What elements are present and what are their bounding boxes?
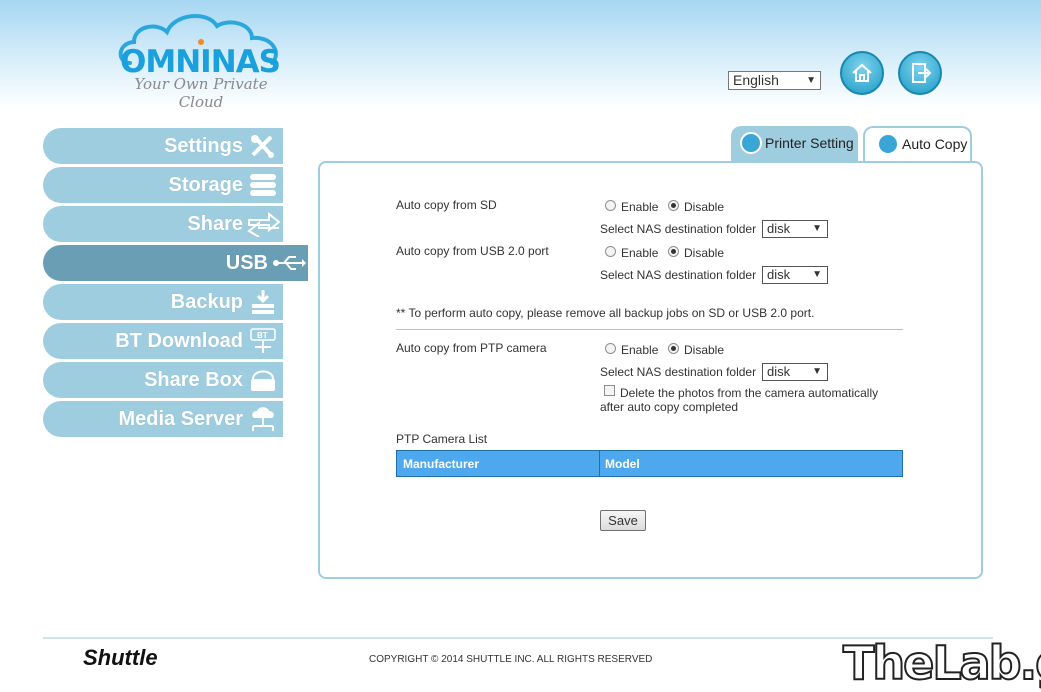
sd-folder-label: Select NAS destination folder (600, 222, 757, 236)
sidebar-item-backup[interactable]: Backup (43, 284, 283, 320)
sd-disable-label: Disable (684, 200, 725, 214)
save-button[interactable]: Save (600, 510, 646, 531)
delete-photos-label-line2: after auto copy completed (600, 400, 739, 414)
tools-icon (251, 135, 274, 158)
tab-label: Auto Copy (902, 136, 968, 152)
dropdown-arrow-icon: ▼ (812, 366, 822, 377)
tab-auto-copy[interactable]: Auto Copy (863, 126, 972, 166)
omninas-logo: OMNINAS Your Own Private Cloud (112, 8, 287, 111)
ptp-disable-radio[interactable] (668, 343, 679, 354)
ptp-auto-copy-label: Auto copy from PTP camera (396, 341, 547, 355)
sidebar-item-storage[interactable]: Storage (43, 167, 283, 203)
sidebar-item-label: Media Server (118, 408, 243, 430)
dropdown-arrow-icon: ▼ (812, 269, 822, 280)
sd-disable-radio[interactable] (668, 200, 679, 211)
sidebar-item-share-box[interactable]: Share Box (43, 362, 283, 398)
dropdown-arrow-icon: ▼ (812, 223, 822, 234)
sidebar-item-label: Settings (164, 135, 243, 157)
language-select[interactable]: English ▼ (728, 71, 821, 90)
sd-folder-value: disk (767, 221, 791, 236)
dropdown-arrow-icon: ▼ (806, 75, 816, 86)
sidebar-item-bt-download[interactable]: BT Download BT (43, 323, 283, 359)
sidebar-item-media-server[interactable]: Media Server (43, 401, 283, 437)
section-divider (396, 329, 903, 330)
usb-disable-label: Disable (684, 246, 725, 260)
usb-folder-select[interactable]: disk ▼ (762, 266, 828, 284)
sidebar-item-label: USB (225, 252, 268, 274)
storage-icon (250, 174, 276, 196)
column-header-model: Model (605, 457, 640, 471)
logo-tagline: Your Own Private Cloud (134, 75, 268, 111)
ptp-camera-table: Manufacturer Model (396, 450, 903, 477)
sidebar-item-label: Backup (170, 291, 243, 313)
language-value: English (733, 72, 779, 88)
ptp-folder-select[interactable]: disk ▼ (762, 363, 828, 381)
bt-icon: BT (250, 328, 276, 353)
auto-copy-icon (877, 133, 899, 155)
auto-copy-note: ** To perform auto copy, please remove a… (396, 306, 815, 320)
home-button[interactable] (840, 51, 884, 95)
sd-enable-radio[interactable] (605, 200, 616, 211)
delete-photos-label-line1: Delete the photos from the camera automa… (620, 386, 879, 400)
copyright-text: COPYRIGHT © 2014 SHUTTLE INC. ALL RIGHTS… (369, 654, 653, 665)
ptp-camera-list-title: PTP Camera List (396, 432, 488, 446)
logout-button[interactable] (898, 51, 942, 95)
backup-icon (252, 290, 274, 314)
ptp-disable-label: Disable (684, 343, 725, 357)
ptp-enable-radio[interactable] (605, 343, 616, 354)
home-icon (852, 63, 872, 82)
tab-label: Printer Setting (765, 135, 854, 151)
delete-photos-checkbox[interactable] (604, 385, 615, 396)
column-separator (599, 451, 600, 476)
sharebox-icon (251, 370, 275, 391)
usb-auto-copy-label: Auto copy from USB 2.0 port (396, 244, 549, 258)
ptp-folder-label: Select NAS destination folder (600, 365, 757, 379)
sidebar-item-label: Share Box (144, 369, 243, 391)
tab-printer-setting[interactable]: Printer Setting (731, 126, 858, 162)
usb-disable-radio[interactable] (668, 246, 679, 257)
usb-folder-value: disk (767, 267, 791, 282)
sd-auto-copy-label: Auto copy from SD (396, 198, 497, 212)
thelab-watermark: TheLab.gr (842, 635, 1041, 691)
shuttle-logo: Shuttle (83, 645, 158, 670)
sd-folder-select[interactable]: disk ▼ (762, 220, 828, 238)
usb-enable-radio[interactable] (605, 246, 616, 257)
sidebar-item-share[interactable]: Share (43, 206, 283, 242)
share-arrows-icon (247, 211, 281, 237)
ptp-folder-value: disk (767, 364, 791, 379)
usb-enable-label: Enable (621, 246, 659, 260)
ptp-enable-label: Enable (621, 343, 659, 357)
sidebar-item-label: Storage (168, 174, 243, 196)
sidebar-item-settings[interactable]: Settings (43, 128, 283, 164)
sidebar-item-usb[interactable]: USB (43, 245, 308, 281)
usb-icon (273, 256, 306, 270)
sidebar-item-label: BT Download (115, 330, 243, 352)
media-server-icon (252, 407, 274, 431)
sd-enable-label: Enable (621, 200, 659, 214)
sidebar-item-label: Share (187, 213, 243, 235)
column-header-manufacturer: Manufacturer (403, 457, 480, 471)
svg-text:BT: BT (257, 331, 268, 340)
printer-icon (740, 132, 762, 154)
usb-folder-label: Select NAS destination folder (600, 268, 757, 282)
logout-icon (912, 63, 932, 83)
